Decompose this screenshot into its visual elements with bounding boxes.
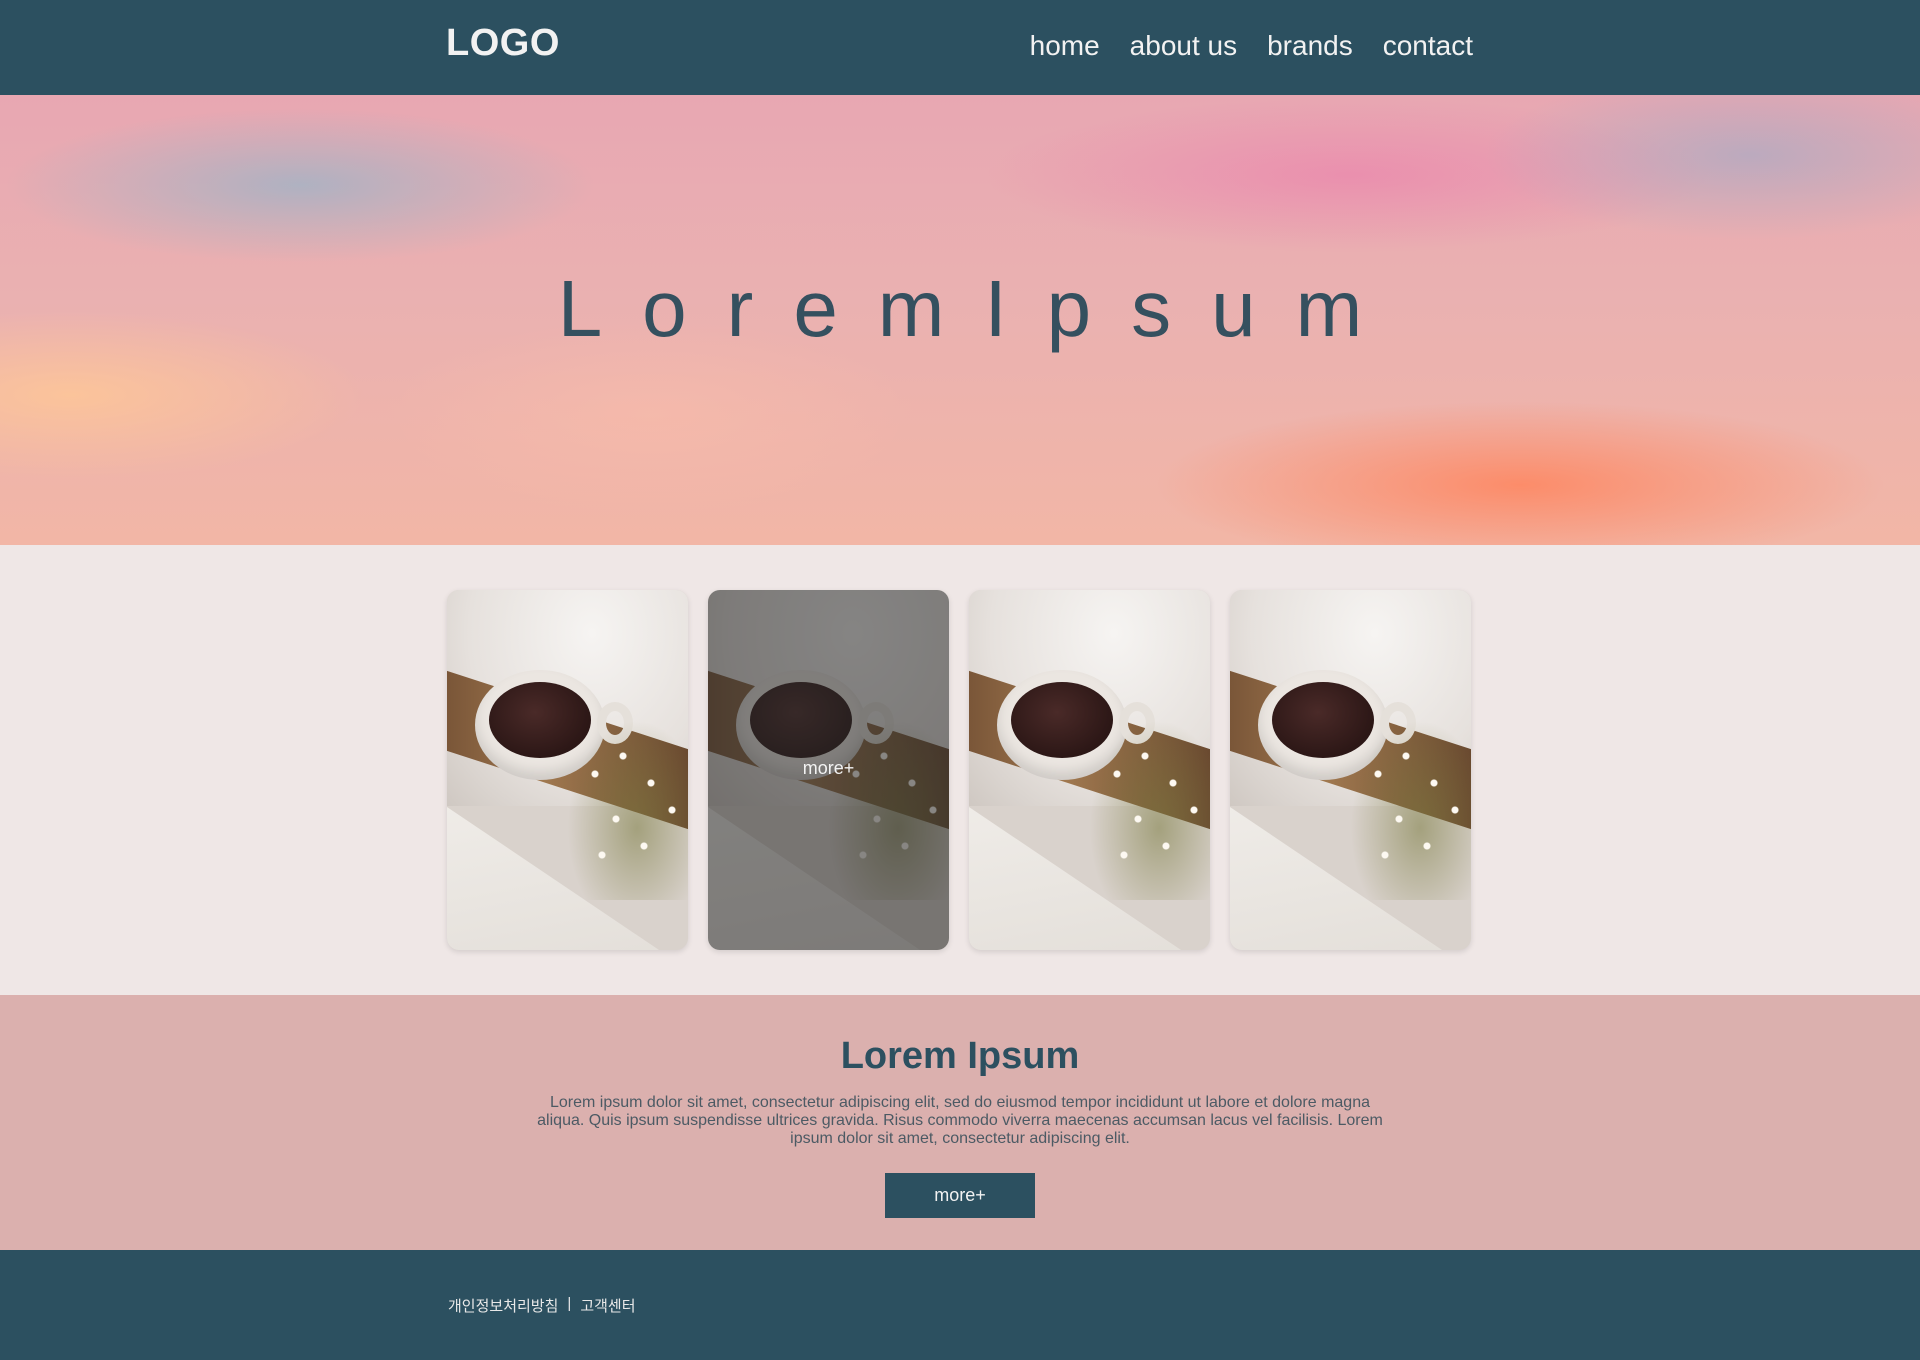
gallery-card[interactable] [1230, 590, 1471, 950]
nav-home[interactable]: home [1030, 30, 1100, 62]
nav-brands[interactable]: brands [1267, 30, 1353, 62]
info-text: Lorem ipsum dolor sit amet, consectetur … [537, 1094, 1383, 1147]
nav-contact[interactable]: contact [1383, 30, 1473, 62]
footer-links: 개인정보처리방침 | 고객센터 [448, 1295, 636, 1316]
flowers-image [1089, 720, 1210, 900]
card-more-label[interactable]: more+ [708, 758, 949, 779]
site-footer: 개인정보처리방침 | 고객센터 [0, 1250, 1920, 1360]
flowers-image [567, 720, 688, 900]
gallery-card[interactable] [969, 590, 1210, 950]
hero-title: LoremIpsum [557, 264, 1403, 353]
flowers-image [1350, 720, 1471, 900]
info-section: Lorem Ipsum Lorem ipsum dolor sit amet, … [0, 995, 1920, 1250]
nav-about-us[interactable]: about us [1130, 30, 1237, 62]
main-nav: home about us brands contact [1030, 30, 1473, 62]
more-button[interactable]: more+ [885, 1173, 1035, 1218]
gallery-card[interactable] [447, 590, 688, 950]
info-title: Lorem Ipsum [840, 1035, 1080, 1077]
card-gallery: more+ [447, 590, 1471, 950]
gallery-card-hovered[interactable]: more+ [708, 590, 949, 950]
privacy-policy-link[interactable]: 개인정보처리방침 [448, 1295, 558, 1316]
site-header: LOGO home about us brands contact [0, 0, 1920, 95]
customer-center-link[interactable]: 고객센터 [580, 1295, 635, 1316]
logo[interactable]: LOGO [446, 22, 560, 65]
footer-separator: | [567, 1295, 572, 1312]
hero-banner: LoremIpsum [0, 95, 1920, 545]
